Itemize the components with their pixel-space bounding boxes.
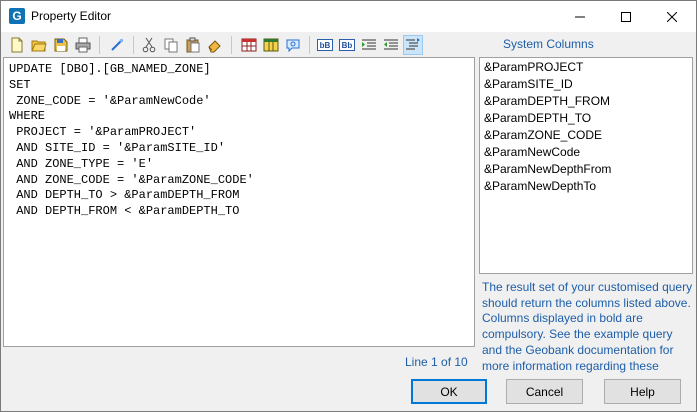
list-item[interactable]: &ParamDEPTH_TO — [484, 110, 688, 127]
grid-button[interactable] — [239, 35, 259, 55]
minimize-button[interactable] — [557, 1, 603, 32]
uppercase-b-icon: Bb — [339, 39, 355, 51]
indent-button[interactable] — [359, 35, 379, 55]
info-text: The result set of your customised query … — [482, 280, 693, 373]
close-button[interactable] — [649, 1, 695, 32]
code-line: ZONE_CODE = '&ParamNewCode' — [9, 93, 211, 108]
format-icon — [406, 38, 420, 50]
copy-icon — [164, 38, 178, 53]
maximize-button[interactable] — [603, 1, 649, 32]
code-line: AND ZONE_TYPE = 'E' — [9, 156, 154, 171]
wand-icon — [111, 38, 124, 51]
outdent-button[interactable] — [381, 35, 401, 55]
code-line: WHERE — [9, 109, 46, 124]
system-columns-title: System Columns — [503, 37, 594, 51]
app-icon: G — [9, 8, 25, 24]
code-line: AND ZONE_CODE = '&ParamZONE_CODE' — [9, 172, 254, 187]
wand-button[interactable] — [107, 35, 127, 55]
cut-icon — [142, 37, 156, 53]
list-item[interactable]: &ParamNewDepthTo — [484, 178, 688, 195]
window-title: Property Editor — [31, 9, 112, 23]
code-line: AND DEPTH_TO > &ParamDEPTH_FROM — [9, 188, 240, 203]
code-line: UPDATE [DBO].[GB_NAMED_ZONE] — [9, 62, 211, 76]
line-status: Line 1 of 10 — [405, 355, 468, 369]
code-line: PROJECT = '&ParamPROJECT' — [9, 125, 197, 140]
indent-icon — [362, 39, 376, 50]
open-button[interactable] — [29, 35, 49, 55]
list-item[interactable]: &ParamZONE_CODE — [484, 127, 688, 144]
find-icon — [286, 39, 300, 53]
code-line: AND SITE_ID = '&ParamSITE_ID' — [9, 140, 226, 155]
code-line: AND DEPTH_FROM < &ParamDEPTH_TO — [9, 204, 240, 219]
svg-text:Bb: Bb — [342, 41, 353, 50]
sql-editor[interactable]: UPDATE [DBO].[GB_NAMED_ZONE] SET ZONE_CO… — [3, 57, 475, 347]
help-button[interactable]: Help — [604, 379, 681, 404]
toolbar: bB Bb — [3, 33, 475, 57]
ok-button[interactable]: OK — [411, 379, 487, 404]
list-item[interactable]: &ParamPROJECT — [484, 59, 688, 76]
cancel-button[interactable]: Cancel — [506, 379, 583, 404]
paste-icon — [186, 37, 200, 53]
save-icon — [54, 38, 68, 52]
paste-button[interactable] — [183, 35, 203, 55]
toolbar-separator — [309, 36, 310, 54]
cut-button[interactable] — [139, 35, 159, 55]
grid-icon — [241, 38, 257, 52]
lowercase-b-button[interactable]: bB — [315, 35, 335, 55]
table-icon — [263, 38, 279, 52]
eraser-icon — [208, 40, 221, 53]
find-button[interactable] — [283, 35, 303, 55]
system-columns-list[interactable]: &ParamPROJECT &ParamSITE_ID &ParamDEPTH_… — [479, 57, 693, 274]
format-button[interactable] — [403, 35, 423, 55]
print-icon — [75, 37, 91, 53]
title-bar[interactable]: G Property Editor — [1, 1, 696, 32]
toolbar-separator — [133, 36, 134, 54]
toolbar-separator — [231, 36, 232, 54]
maximize-icon — [621, 11, 631, 22]
list-item[interactable]: &ParamNewCode — [484, 144, 688, 161]
list-item[interactable]: &ParamNewDepthFrom — [484, 161, 688, 178]
save-button[interactable] — [51, 35, 71, 55]
list-item[interactable]: &ParamDEPTH_FROM — [484, 93, 688, 110]
property-editor-window: G Property Editor bB Bb UPDATE [DBO].[GB… — [0, 0, 697, 412]
copy-button[interactable] — [161, 35, 181, 55]
minimize-icon — [575, 16, 585, 17]
toolbar-separator — [99, 36, 100, 54]
uppercase-b-button[interactable]: Bb — [337, 35, 357, 55]
print-button[interactable] — [73, 35, 93, 55]
table-button[interactable] — [261, 35, 281, 55]
open-icon — [31, 40, 47, 52]
new-button[interactable] — [7, 35, 27, 55]
lowercase-b-icon: bB — [317, 39, 333, 51]
new-icon — [11, 37, 23, 53]
svg-text:bB: bB — [320, 41, 331, 50]
eraser-button[interactable] — [205, 35, 225, 55]
close-icon — [667, 11, 677, 22]
code-line: SET — [9, 77, 31, 92]
list-item[interactable]: &ParamSITE_ID — [484, 76, 688, 93]
outdent-icon — [384, 39, 398, 50]
